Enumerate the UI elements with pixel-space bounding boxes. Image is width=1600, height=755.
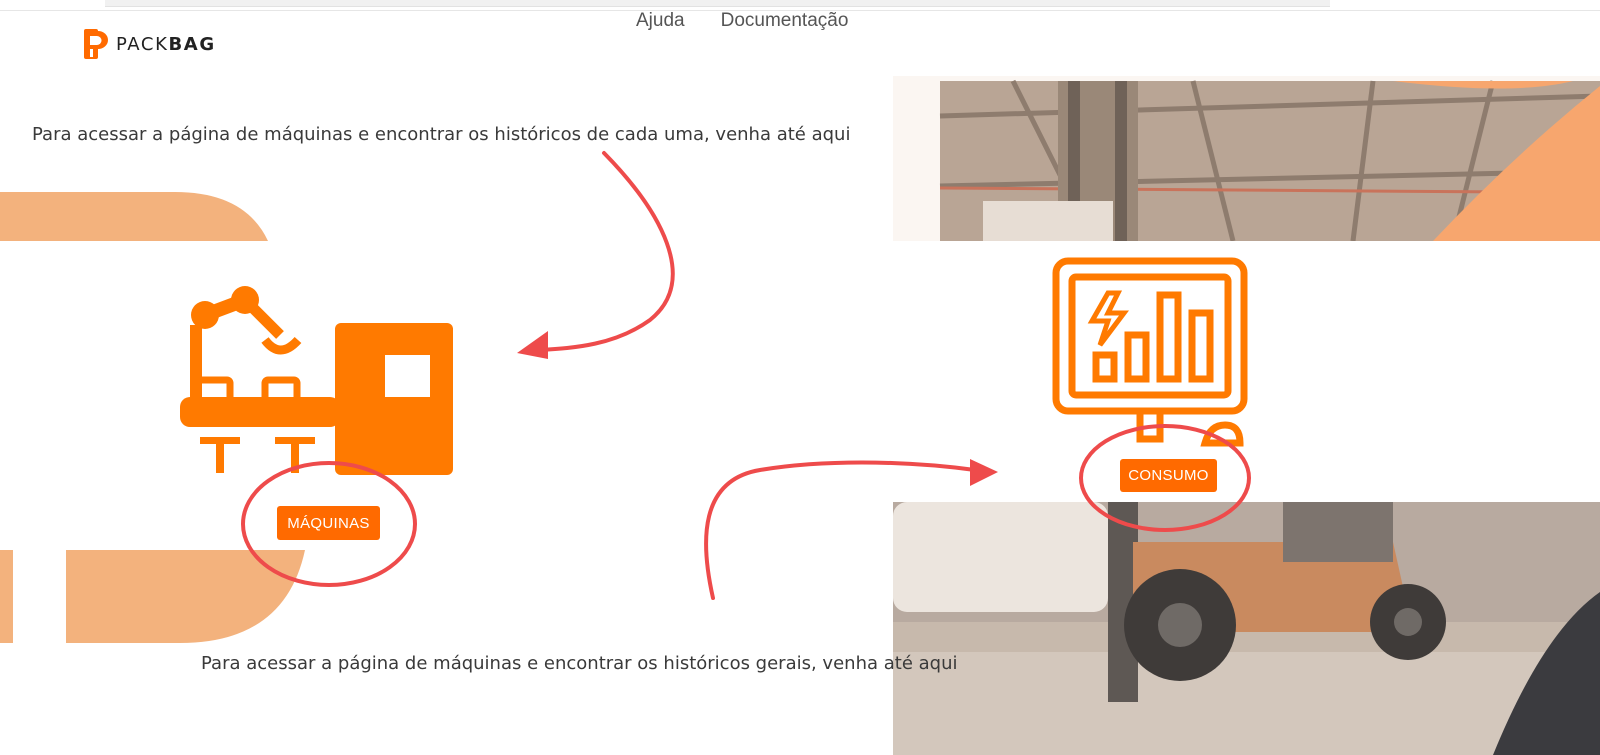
annotation-arrowhead-bottom [970,459,998,486]
energy-consumption-monitor-icon [1052,257,1248,447]
instruction-maquinas: Para acessar a página de máquinas e enco… [32,124,851,145]
forklift-photo-bottom [893,502,1600,755]
consumo-button[interactable]: CONSUMO [1120,459,1217,492]
nav-link-documentacao[interactable]: Documentação [721,10,849,32]
top-navigation: Ajuda Documentação [636,10,848,32]
robotic-arm-factory-icon [180,286,453,475]
annotation-arrow-curve-top [538,151,675,352]
instruction-consumo: Para acessar a página de máquinas e enco… [201,653,958,674]
nav-link-ajuda[interactable]: Ajuda [636,10,685,32]
annotation-arrowhead-top [517,331,548,359]
warehouse-photo-top [893,76,1600,241]
maquinas-button[interactable]: MÁQUINAS [277,506,380,540]
